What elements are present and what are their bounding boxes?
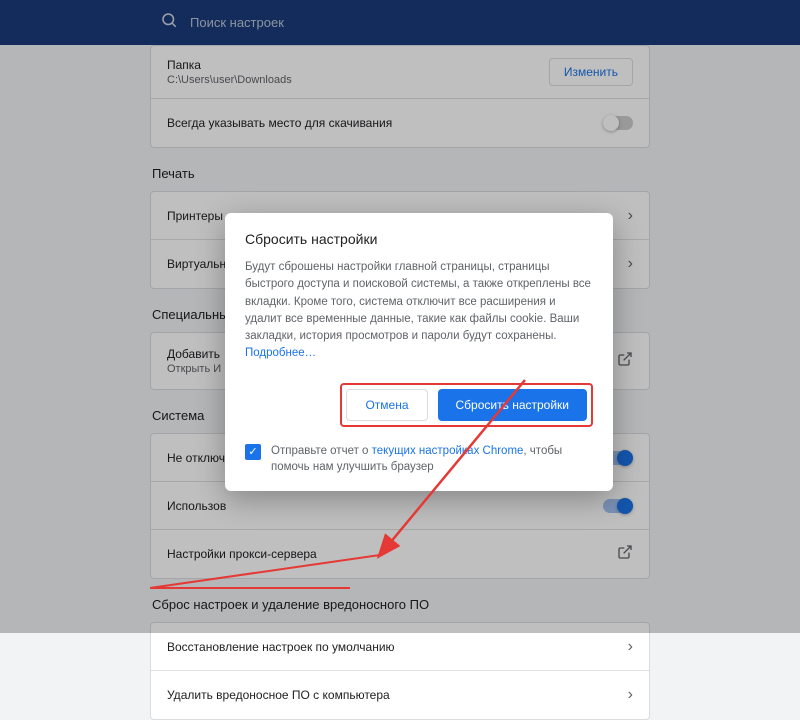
chevron-right-icon: › [628, 638, 633, 656]
report-checkbox-row: ✓ Отправьте отчет о текущих настройках C… [245, 443, 593, 475]
dialog-body: Будут сброшены настройки главной страниц… [245, 259, 593, 363]
reset-dialog: Сбросить настройки Будут сброшены настро… [225, 213, 613, 491]
dialog-more-link[interactable]: Подробнее… [245, 347, 316, 359]
dialog-actions: Отмена Сбросить настройки [245, 383, 593, 427]
cancel-button[interactable]: Отмена [346, 389, 427, 421]
restore-defaults-label: Восстановление настроек по умолчанию [167, 640, 395, 654]
dialog-title: Сбросить настройки [245, 231, 593, 247]
annotation-highlight: Отмена Сбросить настройки [340, 383, 593, 427]
dialog-body-text: Будут сброшены настройки главной страниц… [245, 261, 591, 342]
confirm-reset-button[interactable]: Сбросить настройки [438, 389, 587, 421]
remove-malware-row[interactable]: Удалить вредоносное ПО с компьютера › [151, 671, 649, 719]
reset-card: Восстановление настроек по умолчанию › У… [150, 622, 650, 720]
report-checkbox[interactable]: ✓ [245, 444, 261, 460]
report-checkbox-label: Отправьте отчет о текущих настройках Chr… [271, 443, 593, 475]
chevron-right-icon: › [628, 686, 633, 704]
current-settings-link[interactable]: текущих настройках Chrome [372, 445, 524, 457]
remove-malware-label: Удалить вредоносное ПО с компьютера [167, 688, 390, 702]
